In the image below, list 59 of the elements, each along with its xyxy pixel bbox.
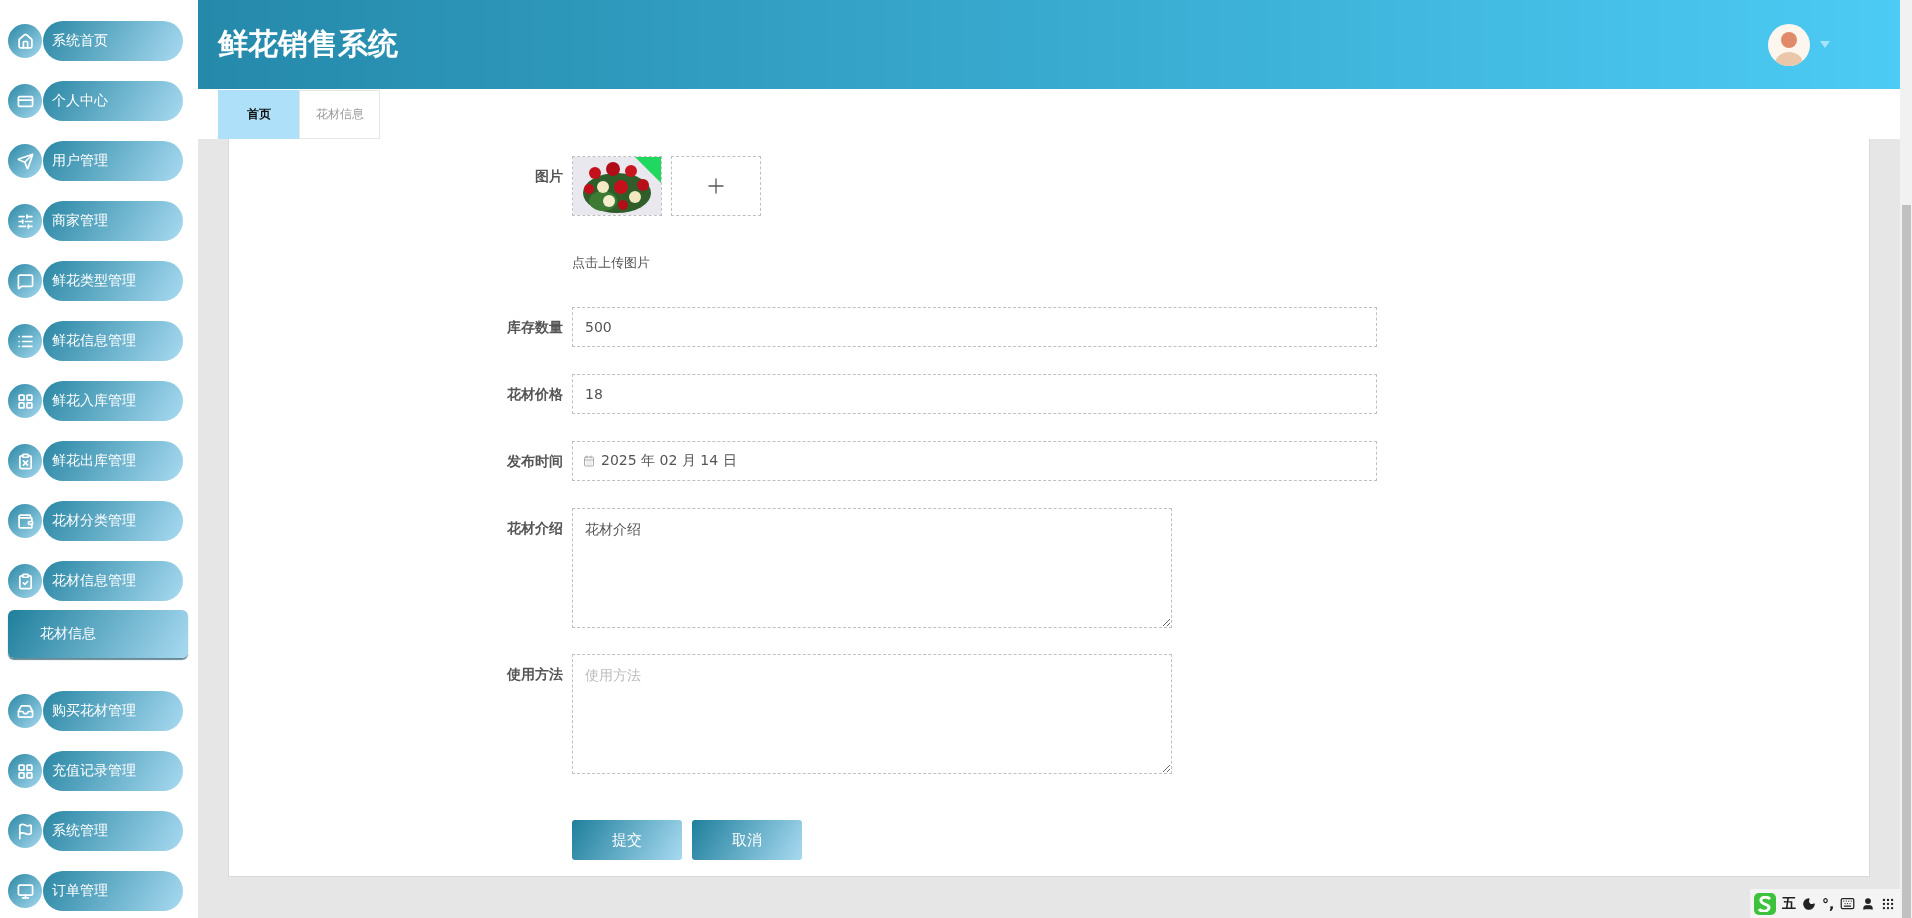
clipboard-check-icon <box>8 564 42 598</box>
punctuation-mode[interactable]: °, <box>1822 895 1835 912</box>
tray-icon <box>8 694 42 728</box>
text-area[interactable]: 使用方法 <box>572 654 1172 774</box>
app-title: 鲜花销售系统 <box>218 25 399 63</box>
sidebar-item[interactable]: 鲜花入库管理 <box>43 381 183 421</box>
sidebar-item[interactable]: 鲜花信息管理 <box>43 321 183 361</box>
date-field[interactable]: 2025 年 02 月 14 日 <box>572 441 1377 481</box>
message-icon <box>8 264 42 298</box>
sidebar-item[interactable]: 鲜花出库管理 <box>43 441 183 481</box>
sidebar-item[interactable]: 个人中心 <box>43 81 183 121</box>
field-label: 花材介绍 <box>506 519 564 538</box>
upload-hint: 点击上传图片 <box>572 254 650 272</box>
calendar-icon <box>583 455 595 467</box>
sliders-icon <box>8 204 42 238</box>
scrollbar[interactable] <box>1900 0 1912 918</box>
send-icon <box>8 144 42 178</box>
moon-icon[interactable] <box>1802 896 1816 911</box>
list-icon <box>8 324 42 358</box>
sidebar-item[interactable]: 用户管理 <box>43 141 183 181</box>
avatar[interactable] <box>1768 23 1810 66</box>
sidebar-item[interactable]: 订单管理 <box>43 871 183 911</box>
sidebar-subitem[interactable]: 花材信息 <box>8 610 188 658</box>
text-area[interactable]: 花材介绍 <box>572 508 1172 628</box>
card-icon <box>8 84 42 118</box>
grid-icon[interactable] <box>1881 896 1896 911</box>
sidebar-item[interactable]: 花材分类管理 <box>43 501 183 541</box>
input-field[interactable]: 18 <box>572 374 1377 414</box>
sidebar-item[interactable]: 花材信息管理 <box>43 561 183 601</box>
monitor-icon <box>8 874 42 908</box>
tab[interactable]: 花材信息 <box>299 90 380 139</box>
sidebar-item[interactable]: 购买花材管理 <box>43 691 183 731</box>
grid-icon <box>8 384 42 418</box>
field-label: 图片 <box>534 167 564 186</box>
sidebar-item[interactable]: 系统管理 <box>43 811 183 851</box>
field-label: 花材价格 <box>506 385 564 404</box>
caret-icon[interactable] <box>1820 41 1830 48</box>
wallet-icon <box>8 504 42 538</box>
keyboard-icon[interactable] <box>1840 896 1856 911</box>
field-label: 库存数量 <box>506 318 564 337</box>
field-label: 发布时间 <box>506 452 564 471</box>
sidebar-item[interactable]: 系统首页 <box>43 21 183 61</box>
submit-button[interactable]: 提交 <box>572 820 682 860</box>
flag-icon <box>8 814 42 848</box>
input-mode[interactable]: 五 <box>1782 894 1796 913</box>
tab[interactable]: 首页 <box>218 90 299 139</box>
cancel-button[interactable]: 取消 <box>692 820 802 860</box>
field-label: 使用方法 <box>506 665 564 684</box>
sidebar-item[interactable]: 充值记录管理 <box>43 751 183 791</box>
clipboard-x-icon <box>8 444 42 478</box>
user-icon[interactable] <box>1861 896 1876 911</box>
house-icon <box>8 24 42 58</box>
upload-button[interactable] <box>671 156 761 216</box>
ime-logo-icon[interactable] <box>1754 892 1776 915</box>
sidebar-item[interactable]: 商家管理 <box>43 201 183 241</box>
input-field[interactable]: 500 <box>572 307 1377 347</box>
date-value: 2025 年 02 月 14 日 <box>601 452 737 470</box>
sidebar-item[interactable]: 鲜花类型管理 <box>43 261 183 301</box>
grid-icon <box>8 754 42 788</box>
